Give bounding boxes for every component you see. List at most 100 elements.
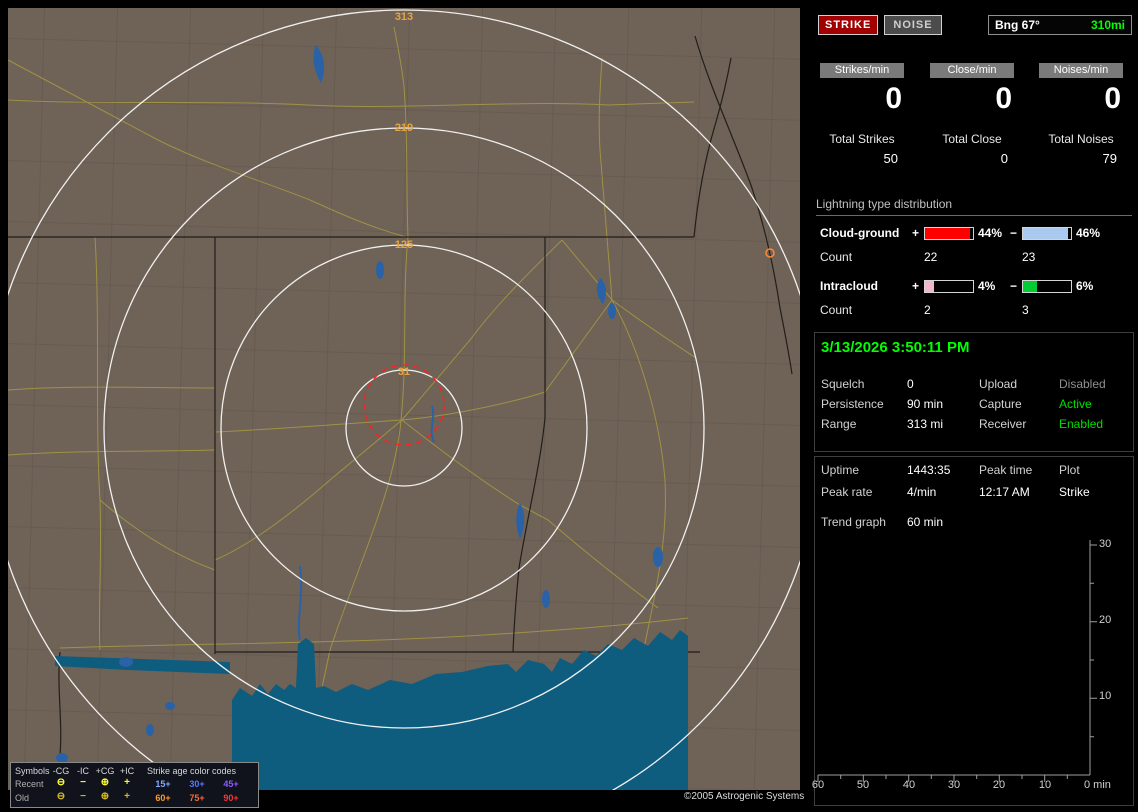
y-tick-10: 10: [1099, 690, 1112, 702]
distribution-title: Lightning type distribution: [816, 197, 953, 211]
trend-axes: [817, 540, 1097, 782]
cloud-ground-plus-bar: [924, 227, 974, 240]
intracloud-minus-fill: [1023, 281, 1038, 292]
map[interactable]: 313 219 125 31: [8, 8, 800, 790]
x-axis-end-label: 0 min: [1084, 779, 1111, 791]
close-per-min-value: 0: [995, 82, 1012, 115]
age-code-30: 30+: [189, 779, 205, 789]
peak-rate-value: 4/min: [907, 485, 937, 499]
ring-label: 125: [395, 239, 413, 251]
minus-cg-symbol-old: ⊖: [56, 791, 66, 802]
peak-time-label: Peak time: [979, 463, 1033, 477]
legend-symbols-header: Symbols: [15, 766, 50, 776]
minus-cg-symbol-recent: ⊖: [56, 777, 66, 788]
legend-col-minus-cg: -CG: [52, 766, 70, 776]
receiver-status-box: 3/13/2026 3:50:11 PM Squelch 0 Upload Di…: [814, 332, 1134, 452]
minus-ic-symbol-old: −: [80, 791, 86, 802]
peak-time-value: 12:17 AM: [979, 485, 1030, 499]
noises-per-min-value: 0: [1104, 82, 1121, 115]
intracloud-plus-bar: [924, 280, 974, 293]
bearing-value: Bng 67°: [995, 18, 1040, 32]
plus-cg-symbol-old: ⊕: [100, 791, 110, 802]
noise-button[interactable]: NOISE: [884, 15, 942, 35]
x-tick-60: 60: [811, 779, 825, 791]
x-tick-40: 40: [902, 779, 916, 791]
intracloud-minus-pct: 6%: [1076, 279, 1094, 293]
plus-sign: +: [912, 279, 920, 293]
minus-ic-symbol-recent: −: [80, 777, 86, 788]
squelch-label: Squelch: [821, 377, 865, 391]
cloud-ground-minus-pct: 46%: [1076, 226, 1101, 240]
cloud-ground-plus-pct: 44%: [978, 226, 1003, 240]
persistence-value: 90 min: [907, 397, 944, 411]
legend-row-recent-label: Recent: [15, 779, 44, 789]
peak-rate-label: Peak rate: [821, 485, 873, 499]
noises-per-min-badge[interactable]: Noises/min: [1039, 63, 1123, 78]
legend-age-header: Strike age color codes: [147, 766, 237, 776]
plus-ic-symbol-old: +: [124, 791, 130, 802]
x-tick-30: 30: [947, 779, 961, 791]
total-close-value: 0: [1000, 151, 1008, 166]
minus-sign: −: [1010, 226, 1018, 240]
y-tick-20: 20: [1099, 614, 1112, 626]
x-tick-50: 50: [856, 779, 870, 791]
age-code-45: 45+: [223, 779, 239, 789]
total-noises-value: 79: [1102, 151, 1117, 166]
capture-label: Capture: [979, 397, 1022, 411]
plus-ic-symbol-recent: +: [124, 777, 130, 788]
legend-col-plus-ic: +IC: [119, 766, 135, 776]
squelch-value: 0: [907, 377, 914, 391]
bearing-display: Bng 67° 310mi: [988, 15, 1132, 35]
count-label: Count: [820, 250, 853, 264]
total-close-label: Total Close: [942, 132, 1002, 146]
minus-sign: −: [1010, 279, 1018, 293]
total-noises-label: Total Noises: [1048, 132, 1114, 146]
intracloud-plus-count: 2: [924, 303, 931, 317]
plus-cg-symbol-recent: ⊕: [100, 777, 110, 788]
age-code-75: 75+: [189, 793, 205, 803]
receiver-value: Enabled: [1059, 417, 1104, 431]
cloud-ground-minus-count: 23: [1022, 250, 1036, 264]
strikes-per-min-badge[interactable]: Strikes/min: [820, 63, 904, 78]
range-label: Range: [821, 417, 857, 431]
intracloud-minus-count: 3: [1022, 303, 1029, 317]
close-per-min-badge[interactable]: Close/min: [930, 63, 1014, 78]
strike-button[interactable]: STRIKE: [818, 15, 878, 35]
map-legend: Symbols -CG -IC +CG +IC Strike age color…: [10, 762, 259, 808]
datetime: 3/13/2026 3:50:11 PM: [821, 339, 970, 356]
receiver-label: Receiver: [979, 417, 1027, 431]
plus-sign: +: [912, 226, 920, 240]
legend-row-old-label: Old: [15, 793, 30, 803]
count-label: Count: [820, 303, 853, 317]
status-panel: STRIKE NOISE Bng 67° 310mi Strikes/min C…: [812, 0, 1138, 812]
persistence-label: Persistence: [821, 397, 884, 411]
cloud-ground-label: Cloud-ground: [820, 226, 900, 240]
total-strikes-label: Total Strikes: [829, 132, 895, 146]
upload-value: Disabled: [1059, 377, 1106, 391]
intracloud-label: Intracloud: [820, 279, 879, 293]
y-tick-30: 30: [1099, 538, 1112, 550]
total-strikes-value: 50: [883, 151, 898, 166]
ring-label: 219: [395, 122, 413, 134]
cloud-ground-plus-count: 22: [924, 250, 938, 264]
capture-value: Active: [1059, 397, 1092, 411]
legend-col-plus-cg: +CG: [95, 766, 115, 776]
nexstorm-window: 313 219 125 31 Symbols -CG -IC +CG +IC S…: [0, 0, 1138, 812]
trend-graph-label: Trend graph: [821, 515, 886, 529]
cloud-ground-plus-fill: [925, 228, 971, 239]
upload-label: Upload: [979, 377, 1018, 391]
bearing-range-value: 310mi: [1090, 18, 1125, 32]
x-tick-20: 20: [992, 779, 1006, 791]
range-value: 313 mi: [907, 417, 944, 431]
cloud-ground-minus-bar: [1022, 227, 1072, 240]
age-code-15: 15+: [155, 779, 171, 789]
ring-label: 313: [395, 11, 413, 23]
age-code-60: 60+: [155, 793, 171, 803]
plot-value: Strike: [1059, 485, 1090, 499]
trend-graph: [817, 540, 1097, 782]
map-canvas[interactable]: 313 219 125 31: [8, 8, 800, 790]
cloud-ground-minus-fill: [1023, 228, 1069, 239]
uptime-value: 1443:35: [907, 463, 951, 477]
ring-label: 31: [398, 366, 410, 378]
strikes-per-min-value: 0: [885, 82, 902, 115]
